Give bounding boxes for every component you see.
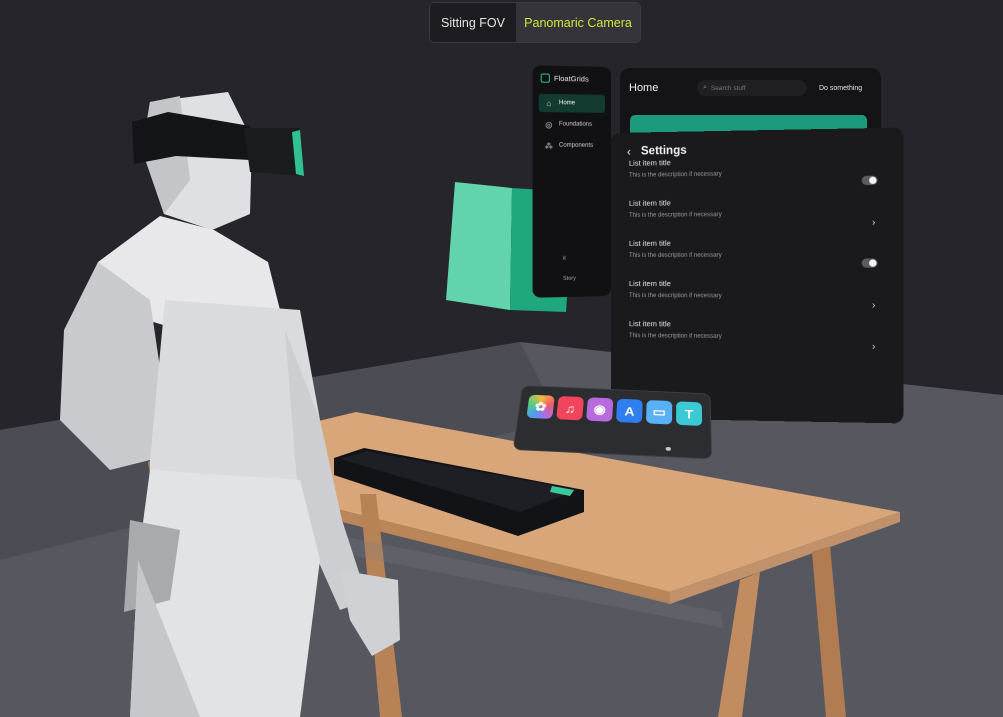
search-icon: ⌕ bbox=[703, 84, 707, 91]
sidebar-bottom-item[interactable]: it bbox=[563, 256, 566, 262]
list-item-title: List item title bbox=[628, 198, 671, 208]
foundations-icon: ◎ bbox=[545, 119, 553, 129]
list-item-description: This is the description if necessary bbox=[628, 293, 722, 300]
dock-indicator bbox=[665, 446, 671, 451]
floatgrids-logo-icon bbox=[540, 73, 550, 83]
sidebar-item-label: Home bbox=[558, 100, 576, 107]
music-icon[interactable]: ♫ bbox=[556, 395, 585, 421]
home-title: Home bbox=[629, 82, 659, 94]
search-placeholder: Search stuff bbox=[710, 84, 746, 92]
sidebar-bottom-item[interactable]: Story bbox=[563, 276, 576, 282]
home-icon: ⌂ bbox=[546, 98, 552, 108]
podcasts-icon[interactable]: ◉ bbox=[585, 397, 614, 422]
chevron-right-icon: › bbox=[871, 299, 876, 312]
t-app-icon[interactable]: T bbox=[676, 401, 703, 426]
sidebar-item-label: Foundations bbox=[558, 121, 593, 128]
camera-mode-switch: Sitting FOV Panomaric Camera bbox=[429, 2, 641, 43]
list-item-title: List item title bbox=[628, 158, 671, 168]
list-item-description: This is the description if necessary bbox=[628, 333, 722, 340]
list-item[interactable]: List item title This is the description … bbox=[625, 319, 888, 362]
chevron-right-icon: › bbox=[871, 341, 876, 353]
photos-icon[interactable]: ✿ bbox=[526, 394, 555, 420]
sidebar-item-home[interactable]: ⌂ Home bbox=[538, 93, 606, 113]
sitting-fov-button[interactable]: Sitting FOV bbox=[430, 3, 516, 42]
toggle-switch[interactable] bbox=[861, 175, 878, 186]
list-item[interactable]: List item title This is the description … bbox=[625, 238, 888, 279]
list-item-description: This is the description if necessary bbox=[628, 212, 722, 219]
list-item-title: List item title bbox=[628, 279, 671, 289]
settings-panel: ‹ Settings List item title This is the d… bbox=[611, 127, 904, 424]
sidebar-item-label: Components bbox=[558, 142, 594, 149]
app-store-icon[interactable]: A bbox=[615, 398, 643, 424]
toggle-switch[interactable] bbox=[861, 258, 878, 268]
list-item-title: List item title bbox=[628, 238, 671, 248]
search-input[interactable]: ⌕ Search stuff bbox=[697, 80, 807, 96]
back-icon[interactable]: ‹ bbox=[627, 145, 631, 159]
list-item-title: List item title bbox=[628, 319, 671, 329]
do-something-button[interactable]: Do something bbox=[819, 85, 862, 92]
sidebar-item-foundations[interactable]: ◎ Foundations bbox=[539, 115, 605, 134]
floatgrids-sidebar: FloatGrids ⌂ Home ◎ Foundations ⁂ Compon… bbox=[532, 65, 611, 298]
files-icon[interactable]: ▭ bbox=[645, 399, 673, 425]
settings-title: Settings bbox=[640, 144, 687, 158]
list-item-description: This is the description if necessary bbox=[628, 171, 722, 179]
sidebar-brand: FloatGrids bbox=[540, 73, 605, 84]
list-item[interactable]: List item title This is the description … bbox=[625, 196, 888, 239]
chevron-right-icon: › bbox=[871, 217, 876, 229]
list-item-description: This is the description if necessary bbox=[628, 252, 722, 259]
list-item[interactable]: List item title This is the description … bbox=[625, 279, 888, 321]
components-icon: ⁂ bbox=[544, 140, 553, 151]
sidebar-item-components[interactable]: ⁂ Components bbox=[539, 136, 605, 155]
brand-name: FloatGrids bbox=[553, 73, 589, 84]
app-dock: ✿ ♫ ◉ A ▭ T bbox=[512, 385, 713, 460]
panoramic-camera-button[interactable]: Panomaric Camera bbox=[516, 3, 640, 42]
list-item[interactable]: List item title This is the description … bbox=[625, 155, 888, 199]
